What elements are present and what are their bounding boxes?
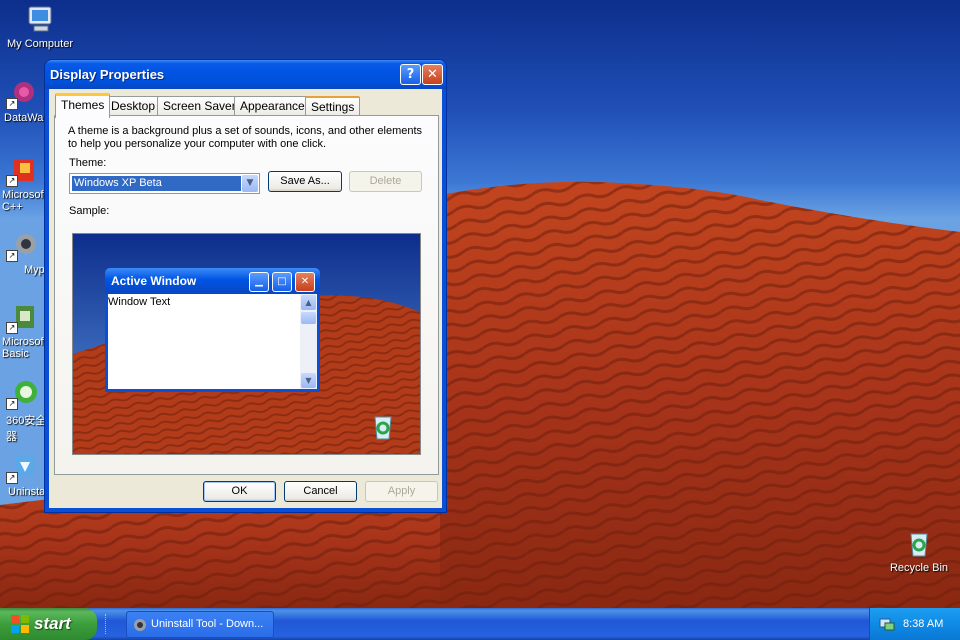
taskbar: start Uninstall Tool - Down... 8:38 AM <box>0 608 960 640</box>
theme-sample-preview: Active Window ▁ □ ✕ Window Text ▲ ▼ <box>72 233 421 455</box>
close-icon: ✕ <box>295 272 315 292</box>
start-label: start <box>34 614 71 633</box>
cancel-button[interactable]: Cancel <box>284 481 357 502</box>
program-shortcut-icon: ↗ <box>6 78 38 110</box>
taskbar-button-uninstall-tool[interactable]: Uninstall Tool - Down... <box>126 611 274 638</box>
display-properties-window: Display Properties ? ✕ Themes Desktop Sc… <box>45 60 446 512</box>
program-shortcut-icon: ↗ <box>6 452 38 484</box>
clock[interactable]: 8:38 AM <box>903 618 943 630</box>
recycle-bin-icon <box>374 416 392 440</box>
save-as-button[interactable]: Save As... <box>268 171 342 192</box>
tab-themes[interactable]: Themes <box>55 93 111 118</box>
close-button[interactable]: ✕ <box>422 64 443 85</box>
system-tray: 8:38 AM <box>869 608 960 640</box>
theme-select-value: Windows XP Beta <box>72 176 241 191</box>
desktop-icon-recycle-bin[interactable]: Recycle Bin <box>879 528 959 574</box>
start-button[interactable]: start <box>0 608 97 640</box>
windows-logo-icon <box>11 615 29 633</box>
shortcut-arrow-icon: ↗ <box>6 472 18 484</box>
sample-active-window: Active Window ▁ □ ✕ Window Text ▲ ▼ <box>105 268 320 392</box>
my-computer-icon <box>24 4 56 36</box>
tab-screen-saver[interactable]: Screen Saver <box>157 96 242 115</box>
help-button[interactable]: ? <box>400 64 421 85</box>
maximize-icon: □ <box>272 272 292 292</box>
recycle-bin-icon <box>903 528 935 560</box>
minimize-icon: ▁ <box>249 272 269 292</box>
scroll-down-icon: ▼ <box>301 373 316 388</box>
uninstall-tool-icon <box>134 619 146 631</box>
tab-appearance[interactable]: Appearance <box>234 96 311 115</box>
ok-button[interactable]: OK <box>203 481 276 502</box>
delete-button[interactable]: Delete <box>349 171 422 192</box>
shortcut-arrow-icon: ↗ <box>6 250 18 262</box>
themes-tab-panel: A theme is a background plus a set of so… <box>54 115 439 475</box>
shortcut-arrow-icon: ↗ <box>6 322 18 334</box>
desktop-icon-my-computer[interactable]: My Computer <box>0 4 80 50</box>
desktop-icon-label: My Computer <box>6 38 74 50</box>
sample-title-bar: Active Window ▁ □ ✕ <box>105 268 320 294</box>
desktop-icon-label: Recycle Bin <box>889 562 949 574</box>
program-shortcut-icon: ↗ <box>6 302 38 334</box>
dialog-body: Themes Desktop Screen Saver Appearance S… <box>49 89 442 508</box>
network-icon[interactable] <box>879 616 895 632</box>
program-shortcut-icon: ↗ <box>6 155 38 187</box>
sample-window-body: Window Text ▲ ▼ <box>108 294 317 389</box>
theme-description: A theme is a background plus a set of so… <box>68 125 423 150</box>
apply-button[interactable]: Apply <box>365 481 438 502</box>
scroll-up-icon: ▲ <box>301 295 316 310</box>
tab-settings[interactable]: Settings <box>305 96 361 116</box>
shortcut-arrow-icon: ↗ <box>6 398 18 410</box>
title-bar[interactable]: Display Properties ? ✕ <box>45 60 446 89</box>
program-shortcut-icon: ↗ <box>6 230 38 262</box>
sample-window-text: Window Text <box>108 296 171 308</box>
shortcut-arrow-icon: ↗ <box>6 98 18 110</box>
tab-desktop[interactable]: Desktop <box>105 96 162 115</box>
sample-window-title: Active Window <box>111 274 197 288</box>
sample-label: Sample: <box>69 205 110 217</box>
scroll-thumb <box>301 312 316 324</box>
taskbar-button-label: Uninstall Tool - Down... <box>151 618 264 630</box>
program-shortcut-icon: ↗ <box>6 378 38 410</box>
sample-scrollbar: ▲ ▼ <box>300 294 317 389</box>
theme-label: Theme: <box>69 157 107 169</box>
theme-select[interactable]: Windows XP Beta ▼ <box>69 173 260 194</box>
window-title: Display Properties <box>50 67 165 82</box>
quick-launch-grip[interactable] <box>105 614 110 634</box>
chevron-down-icon[interactable]: ▼ <box>242 175 258 192</box>
shortcut-arrow-icon: ↗ <box>6 175 18 187</box>
